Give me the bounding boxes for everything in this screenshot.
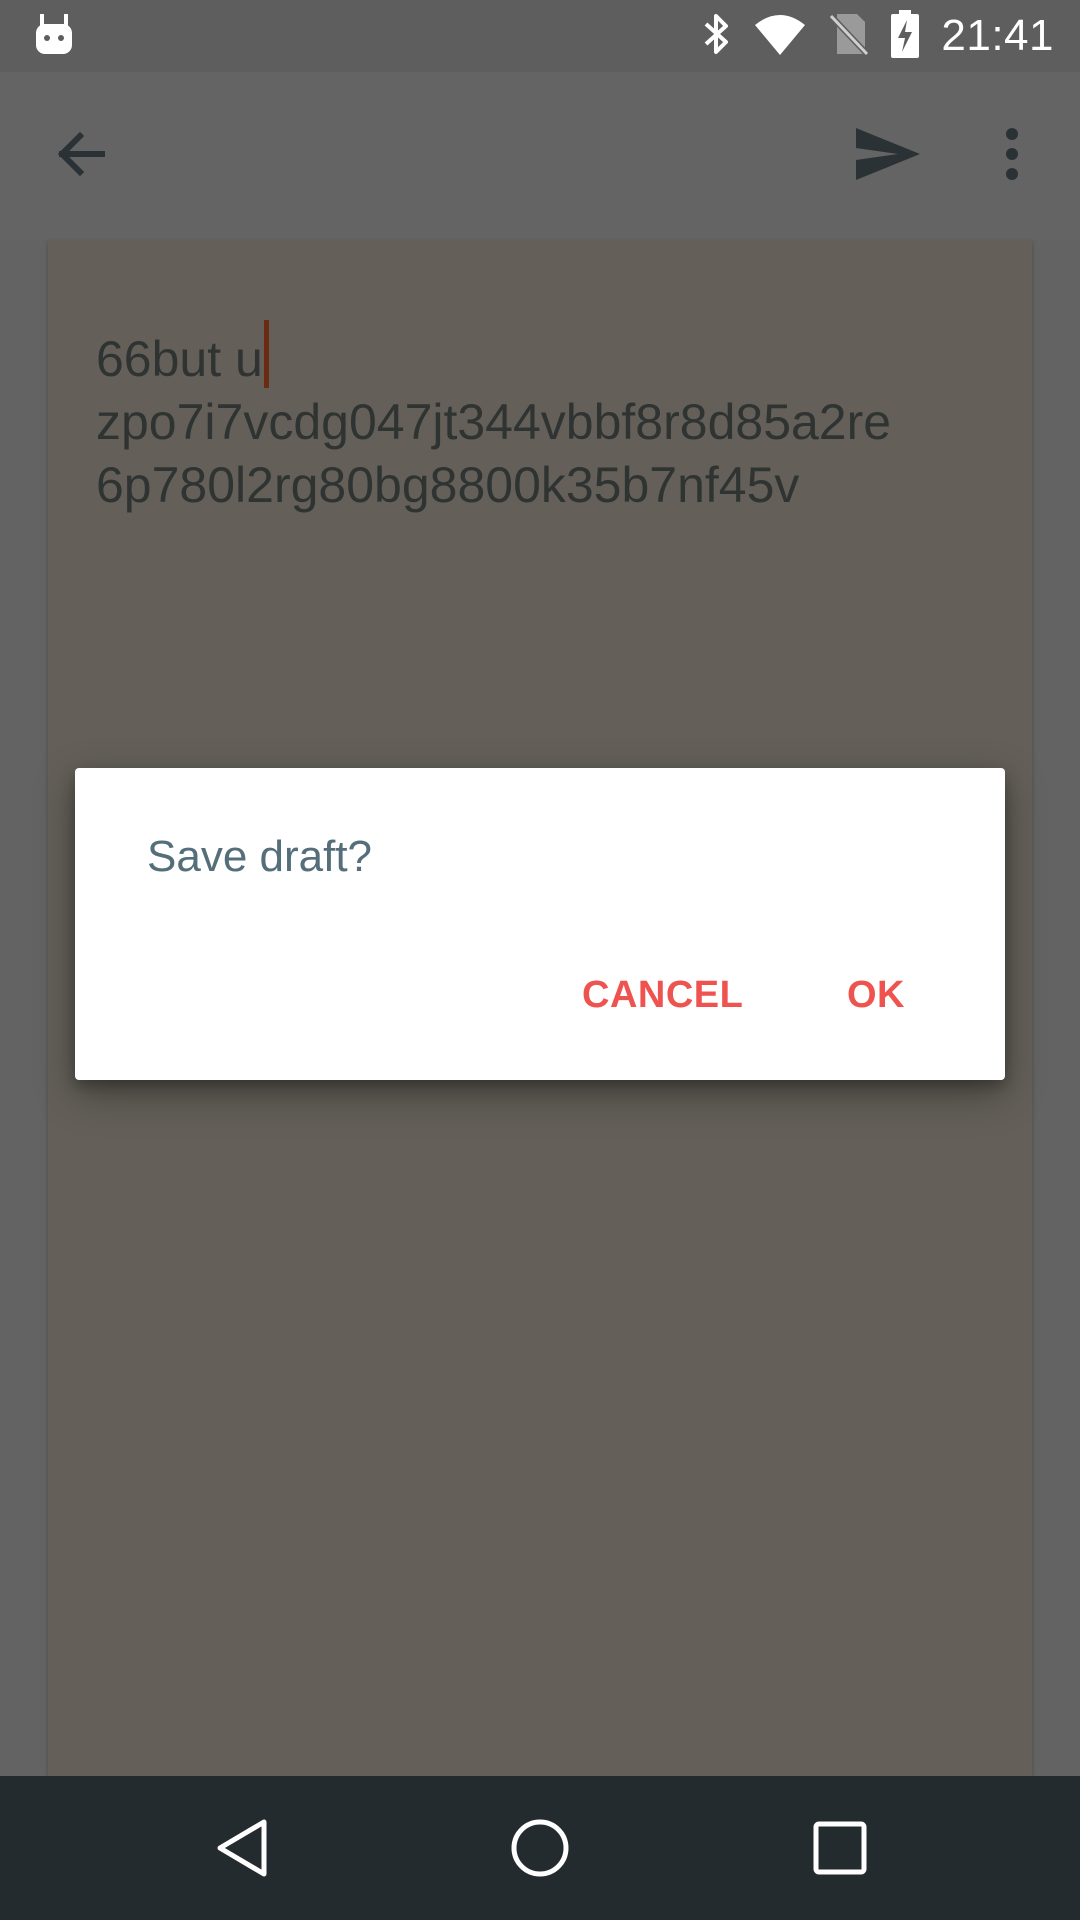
no-sim-icon xyxy=(829,12,870,61)
back-triangle-icon[interactable] xyxy=(162,1776,322,1920)
send-icon[interactable] xyxy=(854,126,922,187)
recents-square-icon[interactable] xyxy=(760,1776,920,1920)
overflow-menu-icon[interactable] xyxy=(1000,126,1024,187)
text-cursor xyxy=(263,320,269,388)
bluetooth-icon xyxy=(701,12,731,61)
compose-body-input[interactable]: 66but u zpo7i7vcdg047jt344vbbf8r8d85a2re… xyxy=(96,320,996,517)
wifi-icon xyxy=(753,13,807,60)
app-bar xyxy=(0,72,1080,240)
compose-line-2: zpo7i7vcdg047jt344vbbf8r8d85a2re xyxy=(96,394,892,450)
navigation-bar xyxy=(0,1776,1080,1920)
dialog-title: Save draft? xyxy=(147,832,373,881)
save-draft-dialog: Save draft? CANCEL OK xyxy=(75,768,1005,1080)
compose-line-1: 66but u xyxy=(96,320,996,391)
back-arrow-icon[interactable] xyxy=(52,124,112,189)
compose-line-3: 6p780l2rg80bg8800k35b7nf45v xyxy=(96,457,800,513)
status-time: 21:41 xyxy=(941,11,1054,60)
battery-charging-icon xyxy=(891,9,920,63)
ok-button[interactable]: OK xyxy=(847,974,905,1017)
home-circle-icon[interactable] xyxy=(460,1776,620,1920)
cancel-button[interactable]: CANCEL xyxy=(582,974,743,1017)
android-debug-icon xyxy=(36,14,72,59)
status-bar: 21:41 xyxy=(0,0,1080,72)
